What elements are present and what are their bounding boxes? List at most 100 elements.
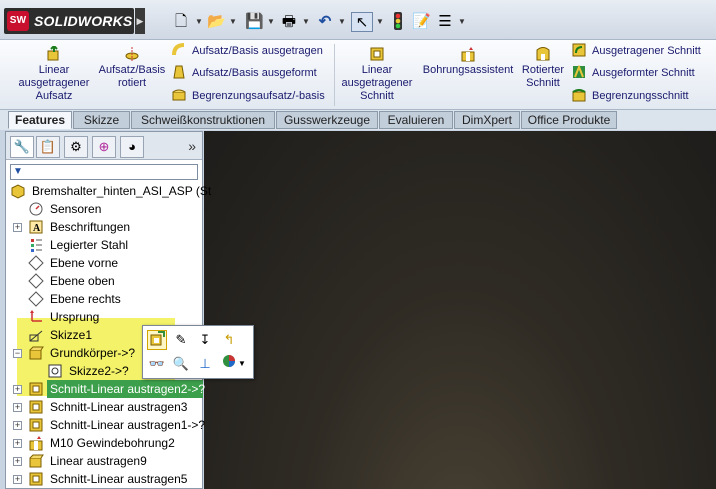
tree-item-ursprung[interactable]: Ursprung [28,308,99,326]
undo-icon[interactable]: ↶ [316,12,334,32]
feature-manager-tab-icon[interactable]: 🔧 [10,136,34,158]
revolved-cut-label: Rotierter Schnitt [521,64,565,89]
edit-sketch-icon[interactable]: ✎ [171,330,191,350]
swept-cut-button[interactable]: Ausgetragener Schnitt [572,42,701,60]
new-document-icon[interactable]: 🗋 [172,12,190,32]
display-manager-tab-icon[interactable]: ◕ [120,136,144,158]
tree-item-skizze1[interactable]: Skizze1 [28,326,92,344]
hole-wizard-label: Bohrungsassistent [422,64,514,76]
lofted-cut-icon [573,65,585,78]
appearance-dropdown-icon[interactable]: ▼ [237,354,247,374]
open-dropdown-icon[interactable]: ▼ [229,12,237,32]
tree-item-label: Skizze2->? [69,364,129,378]
hide-show-icon[interactable]: 👓 [147,354,167,374]
extrude-feature-icon [29,454,44,468]
hole-wizard-icon [461,47,475,62]
tree-item-beschriftungen[interactable]: A Beschriftungen [28,218,130,236]
dimxpert-manager-tab-icon[interactable]: ⊕ [92,136,116,158]
title-bar: SW SOLIDWORKS ▶ 🗋 ▼ 📂 ▼ 💾 ▼ 🖶 ▼ ↶ ▼ ↖ ▼ … [0,0,716,40]
tree-item-schnitt-linear-5[interactable]: Schnitt-Linear austragen5 [28,470,187,488]
filter-input[interactable]: ▼ [10,164,198,180]
linear-cut-button[interactable]: Linear ausgetragener Schnitt [338,46,416,103]
context-toolbar: ✎ ↧ ↰ 👓 🔍 ⊥ ▼ [142,325,254,379]
linear-cut-label: Linear ausgetragener Schnitt [341,64,413,102]
tree-item-label: Ursprung [50,310,100,324]
tree-item-skizze2[interactable]: Skizze2->? [47,362,129,380]
tab-schweisskonstruktionen[interactable]: Schweißkonstruktionen [131,111,275,129]
tree-item-schnitt-linear-2[interactable]: Schnitt-Linear austragen2->? [28,380,205,398]
zoom-to-selection-icon[interactable]: 🔍 [171,354,191,374]
plane-icon [28,255,44,271]
revolved-boss-button[interactable]: Aufsatz/Basis rotiert [96,46,168,90]
swept-boss-button[interactable]: Aufsatz/Basis ausgetragen [172,42,323,60]
expand-icon[interactable]: + [13,385,22,394]
property-manager-tab-icon[interactable]: 📋 [36,136,60,158]
lofted-boss-button[interactable]: Aufsatz/Basis ausgeformt [172,64,317,82]
tab-dimxpert[interactable]: DimXpert [454,111,520,129]
part-icon [11,184,25,199]
swept-boss-icon [172,43,185,56]
configuration-manager-tab-icon[interactable]: ⚙ [64,136,88,158]
tree-item-sensoren[interactable]: Sensoren [28,200,101,218]
options-dropdown-icon[interactable]: ▼ [458,12,466,32]
tab-skizze[interactable]: Skizze [73,111,130,129]
tree-item-schnitt-linear-1[interactable]: Schnitt-Linear austragen1->? [28,416,205,434]
expand-icon[interactable]: + [13,439,22,448]
hole-wizard-button[interactable]: Bohrungsassistent [420,46,516,77]
expand-icon[interactable]: + [13,457,22,466]
menu-expand-arrow-icon[interactable]: ▶ [135,8,145,34]
tree-item-label: Schnitt-Linear austragen1->? [50,418,206,432]
save-dropdown-icon[interactable]: ▼ [267,12,275,32]
tree-item-label: Ebene vorne [50,256,119,270]
parent-child-icon[interactable]: ↰ [219,330,239,350]
select-dropdown-icon[interactable]: ▼ [376,12,384,32]
tab-evaluieren[interactable]: Evaluieren [379,111,453,129]
tree-root[interactable]: Bremshalter_hinten_ASI_ASP (St [10,182,211,200]
tree-item-m10-gewindebohrung[interactable]: M10 Gewindebohrung2 [28,434,175,452]
file-properties-icon[interactable]: 📝 [412,12,431,32]
solidworks-logo[interactable]: SW SOLIDWORKS [4,8,134,34]
tree-item-grundkoerper[interactable]: Grundkörper->? [28,344,135,362]
tree-item-label: Ebene oben [50,274,115,288]
tree-item-material[interactable]: Legierter Stahl [28,236,128,254]
appearance-icon[interactable] [219,354,239,374]
tree-item-label: Schnitt-Linear austragen5 [50,472,188,486]
expand-icon[interactable]: + [13,403,22,412]
graphics-area[interactable] [204,131,716,489]
edit-feature-icon[interactable] [147,330,167,350]
tree-item-ebene-rechts[interactable]: Ebene rechts [28,290,121,308]
collapse-icon[interactable]: − [13,349,22,358]
expand-icon[interactable]: + [13,475,22,484]
print-dropdown-icon[interactable]: ▼ [302,12,310,32]
tree-item-schnitt-linear-3[interactable]: Schnitt-Linear austragen3 [28,398,187,416]
tree-item-label: Ebene rechts [50,292,121,306]
options-icon[interactable]: ☰ [436,12,454,32]
expand-icon[interactable]: + [13,421,22,430]
tree-item-ebene-oben[interactable]: Ebene oben [28,272,115,290]
print-icon[interactable]: 🖶 [280,12,298,32]
open-icon[interactable]: 📂 [207,12,226,32]
panel-more-icon[interactable]: » [188,138,196,154]
rebuild-icon[interactable] [390,12,406,32]
tab-office-produkte[interactable]: Office Produkte [521,111,617,129]
rollback-icon[interactable]: ↧ [195,330,215,350]
tree-item-linear-austragen9[interactable]: Linear austragen9 [28,452,147,470]
save-icon[interactable]: 💾 [245,12,264,32]
expand-icon[interactable]: + [13,223,22,232]
undo-dropdown-icon[interactable]: ▼ [338,12,346,32]
tab-gusswerkzeuge[interactable]: Gusswerkzeuge [276,111,378,129]
boundary-cut-button[interactable]: Begrenzungsschnitt [572,87,689,105]
tree-item-label: Skizze1 [50,328,93,342]
select-icon[interactable]: ↖ [351,12,373,32]
command-manager: Linear ausgetragener Aufsatz Aufsatz/Bas… [0,40,716,110]
tree-item-ebene-vorne[interactable]: Ebene vorne [28,254,118,272]
lofted-cut-button[interactable]: Ausgeformter Schnitt [572,64,695,82]
tab-features[interactable]: Features [8,111,72,129]
swept-cut-icon [572,43,586,57]
boundary-boss-button[interactable]: Begrenzungsaufsatz/-basis [172,87,325,105]
new-dropdown-icon[interactable]: ▼ [195,12,203,32]
linear-boss-button[interactable]: Linear ausgetragener Aufsatz [10,46,98,103]
revolved-cut-button[interactable]: Rotierter Schnitt [518,46,568,90]
tree-item-label: Linear austragen9 [50,454,147,468]
normal-to-icon[interactable]: ⊥ [195,354,215,374]
